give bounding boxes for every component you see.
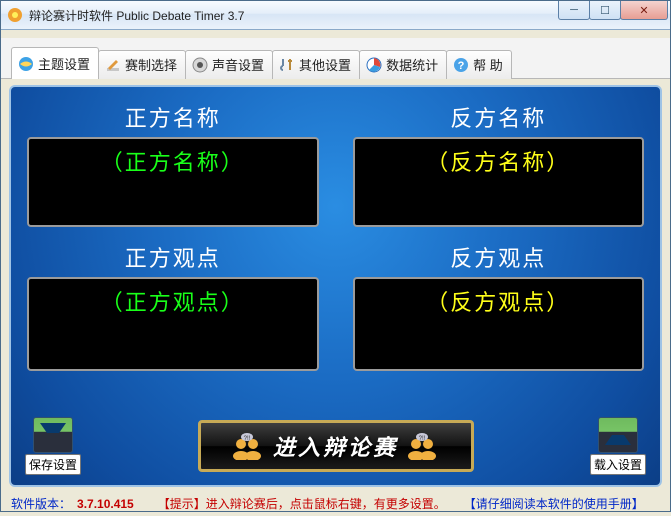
window-title: 辩论赛计时软件 Public Debate Timer 3.7	[29, 7, 559, 24]
pro-name-title: 正方名称	[27, 101, 319, 133]
close-button[interactable]: ✕	[620, 1, 668, 20]
con-name-title: 反方名称	[353, 101, 645, 133]
con-view-title: 反方观点	[353, 241, 645, 273]
pro-name-field[interactable]: （正方名称）	[27, 137, 319, 227]
load-settings-button[interactable]: 载入设置	[590, 417, 646, 475]
help-icon: ?	[453, 57, 469, 73]
tools-icon	[279, 57, 295, 73]
tab-label: 赛制选择	[125, 55, 177, 74]
window-controls: ─ ☐ ✕	[559, 1, 668, 29]
version-label: 软件版本：	[11, 495, 71, 512]
pencil-icon	[105, 57, 121, 73]
enter-label: 进入辩论赛	[273, 430, 398, 462]
bottom-bar: 保存设置 ?!! 进入辩论赛 ?!! 载入设置	[25, 417, 646, 475]
tab-format-select[interactable]: 赛制选择	[98, 50, 186, 79]
tab-strip: 主题设置 赛制选择 声音设置 其他设置 数据统计 ? 帮 助	[1, 38, 670, 79]
enter-debate-button[interactable]: ?!! 进入辩论赛 ?!!	[198, 420, 474, 472]
tab-label: 帮 助	[473, 55, 503, 74]
tab-help[interactable]: ? 帮 助	[446, 50, 512, 79]
app-icon	[7, 7, 23, 23]
tab-label: 其他设置	[299, 55, 351, 74]
svg-text:?!!: ?!!	[419, 436, 426, 442]
save-label: 保存设置	[25, 454, 81, 475]
minimize-button[interactable]: ─	[558, 1, 590, 20]
svg-text:?: ?	[458, 60, 465, 72]
people-right-icon: ?!!	[406, 432, 440, 460]
save-icon	[33, 417, 73, 453]
content-area: 正方名称 反方名称 （正方名称） （反方名称） 正方观点 反方观点 （正方观点）…	[1, 85, 670, 487]
version-value: 3.7.10.415	[77, 497, 134, 511]
tab-theme-settings[interactable]: 主题设置	[11, 47, 99, 79]
fields-grid: 正方名称 反方名称 （正方名称） （反方名称） 正方观点 反方观点 （正方观点）…	[27, 101, 644, 371]
tab-other-settings[interactable]: 其他设置	[272, 50, 360, 79]
pro-view-field[interactable]: （正方观点）	[27, 277, 319, 371]
theme-panel: 正方名称 反方名称 （正方名称） （反方名称） 正方观点 反方观点 （正方观点）…	[9, 85, 662, 487]
title-bar: 辩论赛计时软件 Public Debate Timer 3.7 ─ ☐ ✕	[1, 1, 670, 30]
spacer	[1, 30, 670, 38]
con-name-field[interactable]: （反方名称）	[353, 137, 645, 227]
tab-label: 主题设置	[38, 54, 90, 73]
pro-name-value: （正方名称）	[101, 145, 245, 177]
con-name-value: （反方名称）	[426, 145, 570, 177]
app-window: 辩论赛计时软件 Public Debate Timer 3.7 ─ ☐ ✕ 主题…	[0, 0, 671, 512]
load-icon	[598, 417, 638, 453]
globe-icon	[18, 56, 34, 72]
con-view-value: （反方观点）	[426, 285, 570, 317]
tab-label: 声音设置	[212, 55, 264, 74]
status-tip: 【提示】进入辩论赛后，点击鼠标右键，有更多设置。	[158, 495, 446, 512]
status-bar: 软件版本： 3.7.10.415 【提示】进入辩论赛后，点击鼠标右键，有更多设置…	[1, 491, 670, 516]
svg-text:?!!: ?!!	[244, 436, 251, 442]
speaker-icon	[192, 57, 208, 73]
status-manual-link[interactable]: 【请仔细阅读本软件的使用手册】	[464, 495, 644, 512]
load-label: 载入设置	[590, 454, 646, 475]
people-left-icon: ?!!	[231, 432, 265, 460]
pro-view-title: 正方观点	[27, 241, 319, 273]
pro-view-value: （正方观点）	[101, 285, 245, 317]
tab-label: 数据统计	[386, 55, 438, 74]
con-view-field[interactable]: （反方观点）	[353, 277, 645, 371]
tab-data-stats[interactable]: 数据统计	[359, 50, 447, 79]
chart-icon	[366, 57, 382, 73]
tab-sound-settings[interactable]: 声音设置	[185, 50, 273, 79]
maximize-button[interactable]: ☐	[589, 1, 621, 20]
save-settings-button[interactable]: 保存设置	[25, 417, 81, 475]
